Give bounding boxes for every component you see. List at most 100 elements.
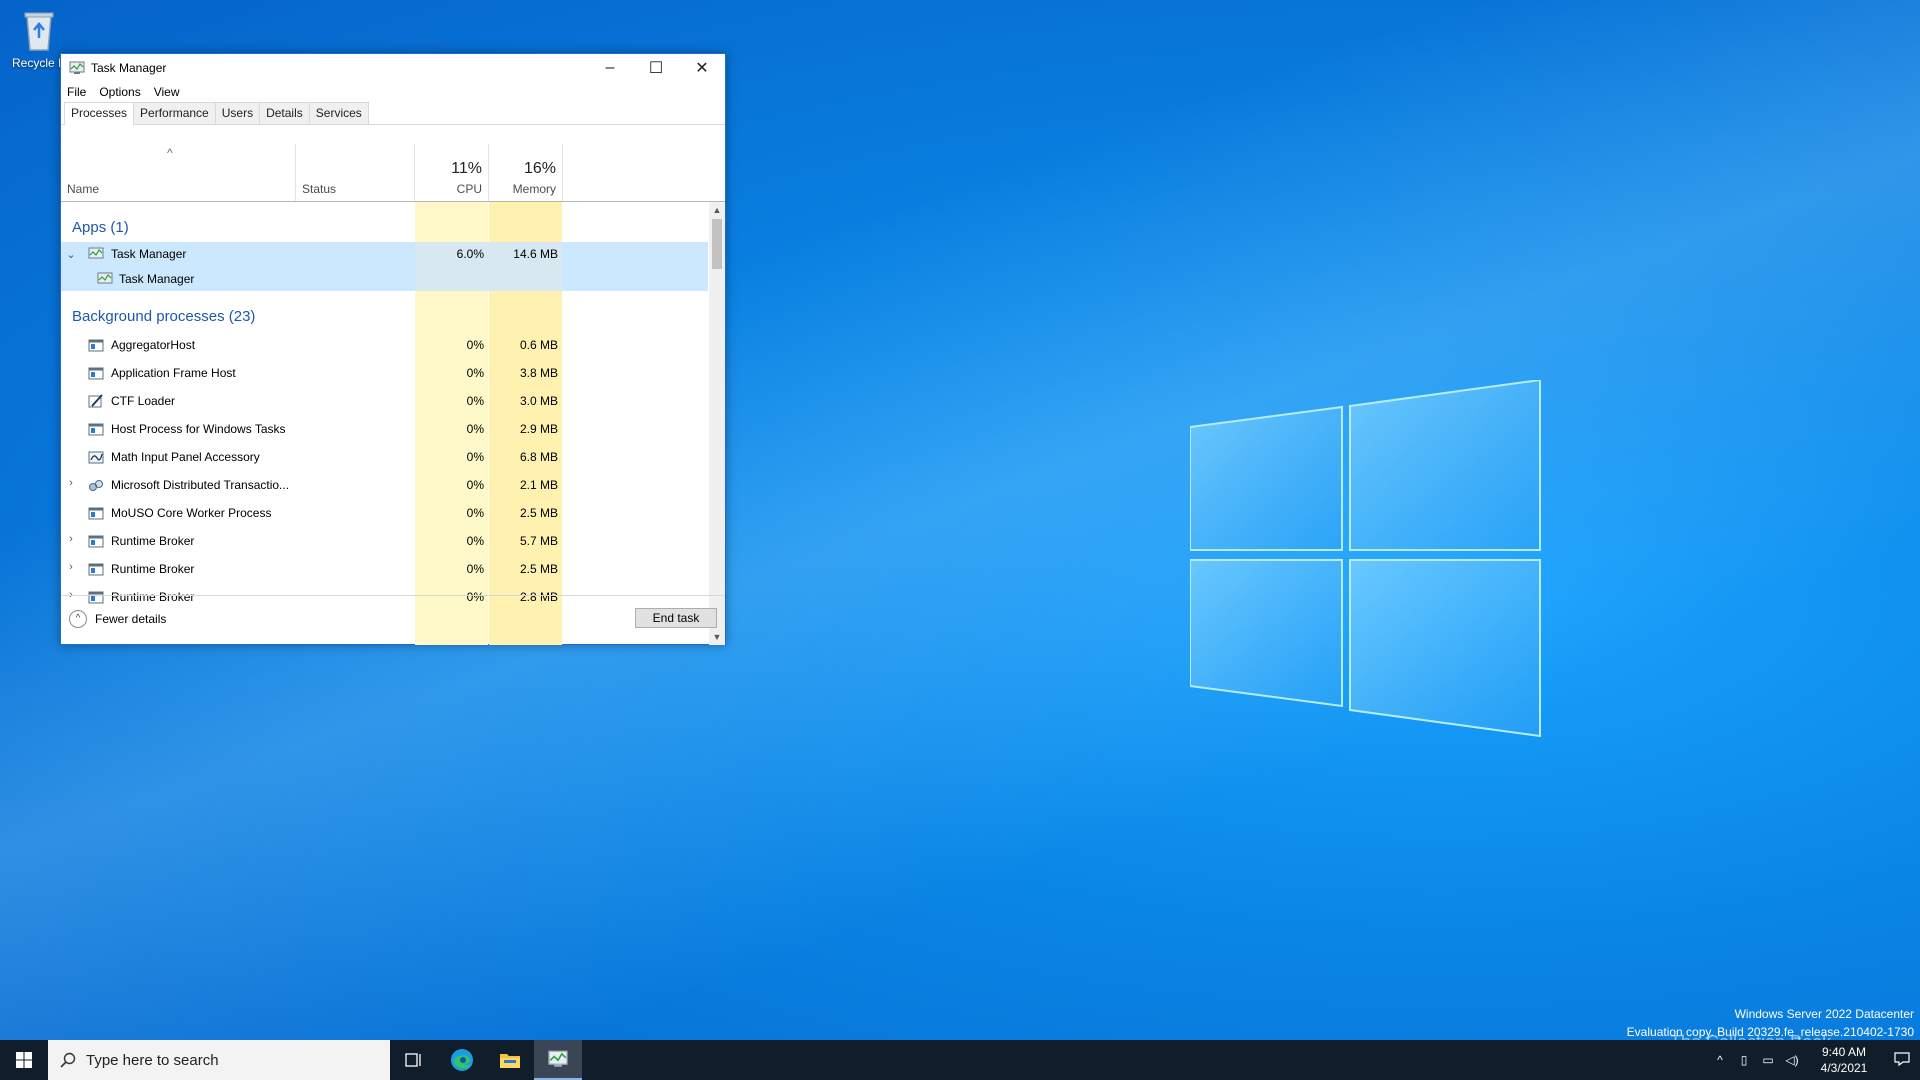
tab-performance[interactable]: Performance bbox=[133, 102, 216, 124]
table-row[interactable]: Math Input Panel Accessory 0% 6.8 MB bbox=[61, 443, 708, 471]
process-name: Runtime Broker bbox=[111, 534, 195, 548]
minimize-button[interactable]: – bbox=[587, 54, 633, 82]
group-header-apps: Apps (1) bbox=[61, 202, 708, 242]
notification-icon[interactable] bbox=[1884, 1051, 1920, 1070]
file-explorer-button[interactable] bbox=[486, 1040, 534, 1080]
cpu-total-percent: 11% bbox=[451, 160, 482, 177]
recycle-bin-label: Recycle B bbox=[11, 56, 67, 70]
process-name: MoUSO Core Worker Process bbox=[111, 506, 272, 520]
process-name: AggregatorHost bbox=[111, 338, 196, 352]
process-name: Task Manager bbox=[119, 272, 195, 286]
process-list[interactable]: Apps (1) ⌄ Task Manager 6.0% 14.6 MB Tas… bbox=[61, 202, 708, 645]
process-cpu: 0% bbox=[466, 534, 484, 548]
task-manager-icon bbox=[88, 247, 104, 259]
network-icon[interactable]: ▭ bbox=[1756, 1053, 1780, 1067]
column-memory-label: Memory bbox=[512, 182, 556, 196]
chevron-right-icon[interactable]: › bbox=[65, 477, 77, 489]
tab-strip: Processes Performance Users Details Serv… bbox=[61, 102, 725, 125]
process-memory: 0.6 MB bbox=[519, 338, 558, 352]
clock-date: 4/3/2021 bbox=[1820, 1061, 1868, 1075]
taskbar-search-box[interactable]: Type here to search bbox=[48, 1040, 390, 1080]
task-manager-icon bbox=[548, 1050, 568, 1067]
table-row-task-manager[interactable]: ⌄ Task Manager 6.0% 14.6 MB bbox=[61, 242, 708, 267]
window-title: Task Manager bbox=[91, 61, 167, 75]
title-bar[interactable]: Task Manager – ☐ ✕ bbox=[61, 54, 725, 82]
tray-overflow-chevron-icon[interactable]: ^ bbox=[1708, 1053, 1732, 1067]
watermark-edition: Windows Server 2022 Datacenter bbox=[1734, 1007, 1914, 1021]
table-row[interactable]: › Runtime Broker 0% 2.5 MB bbox=[61, 555, 708, 583]
group-header-background: Background processes (23) bbox=[61, 291, 708, 331]
table-row[interactable]: CTF Loader 0% 3.0 MB bbox=[61, 387, 708, 415]
maximize-button[interactable]: ☐ bbox=[633, 54, 679, 82]
column-cpu[interactable]: 11% CPU bbox=[415, 144, 488, 201]
window-icon bbox=[88, 507, 104, 520]
process-cpu: 0% bbox=[466, 338, 484, 352]
tab-services[interactable]: Services bbox=[308, 102, 369, 124]
tab-details[interactable]: Details bbox=[259, 102, 310, 124]
process-memory: 2.9 MB bbox=[519, 422, 558, 436]
process-name: Application Frame Host bbox=[111, 366, 236, 380]
task-manager-window: Task Manager – ☐ ✕ File Options View Pro… bbox=[60, 53, 726, 645]
column-headers: ^ Name Status 11% CPU 16% Memory bbox=[61, 144, 725, 202]
task-manager-taskbar-button[interactable] bbox=[534, 1040, 582, 1080]
column-name[interactable]: ^ Name bbox=[61, 144, 295, 201]
footer-bar: ^ Fewer details End task bbox=[61, 595, 725, 644]
task-view-button[interactable] bbox=[390, 1040, 438, 1080]
tab-processes[interactable]: Processes bbox=[64, 102, 135, 125]
fewer-details-label: Fewer details bbox=[95, 612, 167, 626]
column-status[interactable]: Status bbox=[296, 144, 414, 201]
scroll-thumb[interactable] bbox=[712, 219, 722, 269]
process-memory: 2.5 MB bbox=[519, 506, 558, 520]
column-status-label: Status bbox=[302, 182, 337, 196]
search-icon bbox=[60, 1052, 76, 1068]
edge-button[interactable] bbox=[438, 1040, 486, 1080]
group-title-apps: Apps (1) bbox=[72, 219, 129, 236]
chevron-right-icon[interactable]: › bbox=[65, 561, 77, 573]
process-cpu: 0% bbox=[466, 562, 484, 576]
sort-arrow-icon: ^ bbox=[167, 146, 173, 160]
task-view-icon bbox=[405, 1053, 421, 1067]
process-cpu: 0% bbox=[466, 422, 484, 436]
edge-browser-icon bbox=[451, 1049, 473, 1071]
table-row[interactable]: Application Frame Host 0% 3.8 MB bbox=[61, 359, 708, 387]
scroll-up-icon[interactable]: ▲ bbox=[709, 202, 725, 218]
menu-bar: File Options View bbox=[61, 82, 725, 102]
table-row[interactable]: AggregatorHost 0% 0.6 MB bbox=[61, 331, 708, 359]
vertical-scrollbar[interactable]: ▲ ▼ bbox=[709, 202, 725, 645]
window-icon bbox=[88, 535, 104, 548]
process-name: Math Input Panel Accessory bbox=[111, 450, 260, 464]
windows-start-icon bbox=[16, 1052, 32, 1068]
fewer-details-link[interactable]: ^ Fewer details bbox=[69, 610, 166, 628]
column-memory[interactable]: 16% Memory bbox=[489, 144, 562, 201]
table-row-task-manager-child[interactable]: Task Manager bbox=[61, 267, 708, 291]
end-task-button[interactable]: End task bbox=[635, 608, 717, 628]
process-cpu: 0% bbox=[466, 450, 484, 464]
process-memory: 14.6 MB bbox=[513, 247, 558, 261]
window-icon bbox=[88, 367, 104, 380]
search-placeholder: Type here to search bbox=[86, 1051, 219, 1069]
menu-view[interactable]: View bbox=[154, 85, 180, 99]
process-cpu: 0% bbox=[466, 366, 484, 380]
clock[interactable]: 9:40 AM 4/3/2021 bbox=[1804, 1044, 1884, 1076]
windows-logo-wallpaper bbox=[1190, 380, 1541, 738]
process-name: Microsoft Distributed Transactio... bbox=[111, 478, 290, 492]
close-button[interactable]: ✕ bbox=[679, 54, 725, 82]
process-memory: 6.8 MB bbox=[519, 450, 558, 464]
column-name-label: Name bbox=[67, 182, 100, 196]
column-cpu-label: CPU bbox=[456, 182, 482, 196]
table-row[interactable]: › Runtime Broker 0% 5.7 MB bbox=[61, 527, 708, 555]
table-row[interactable]: › Microsoft Distributed Transactio... 0% 2.… bbox=[61, 471, 708, 499]
table-row[interactable]: MoUSO Core Worker Process 0% 2.5 MB bbox=[61, 499, 708, 527]
menu-options[interactable]: Options bbox=[99, 85, 140, 99]
tablet-icon[interactable]: ▯ bbox=[1732, 1053, 1756, 1067]
volume-icon[interactable]: ◁) bbox=[1780, 1053, 1804, 1067]
chevron-down-icon[interactable]: ⌄ bbox=[65, 248, 77, 261]
menu-file[interactable]: File bbox=[67, 85, 86, 99]
process-memory: 2.1 MB bbox=[519, 478, 558, 492]
clock-time: 9:40 AM bbox=[1821, 1045, 1867, 1059]
chevron-right-icon[interactable]: › bbox=[65, 533, 77, 545]
start-button[interactable] bbox=[0, 1040, 48, 1080]
tab-users[interactable]: Users bbox=[214, 102, 261, 124]
window-icon bbox=[88, 423, 104, 436]
table-row[interactable]: Host Process for Windows Tasks 0% 2.9 MB bbox=[61, 415, 708, 443]
